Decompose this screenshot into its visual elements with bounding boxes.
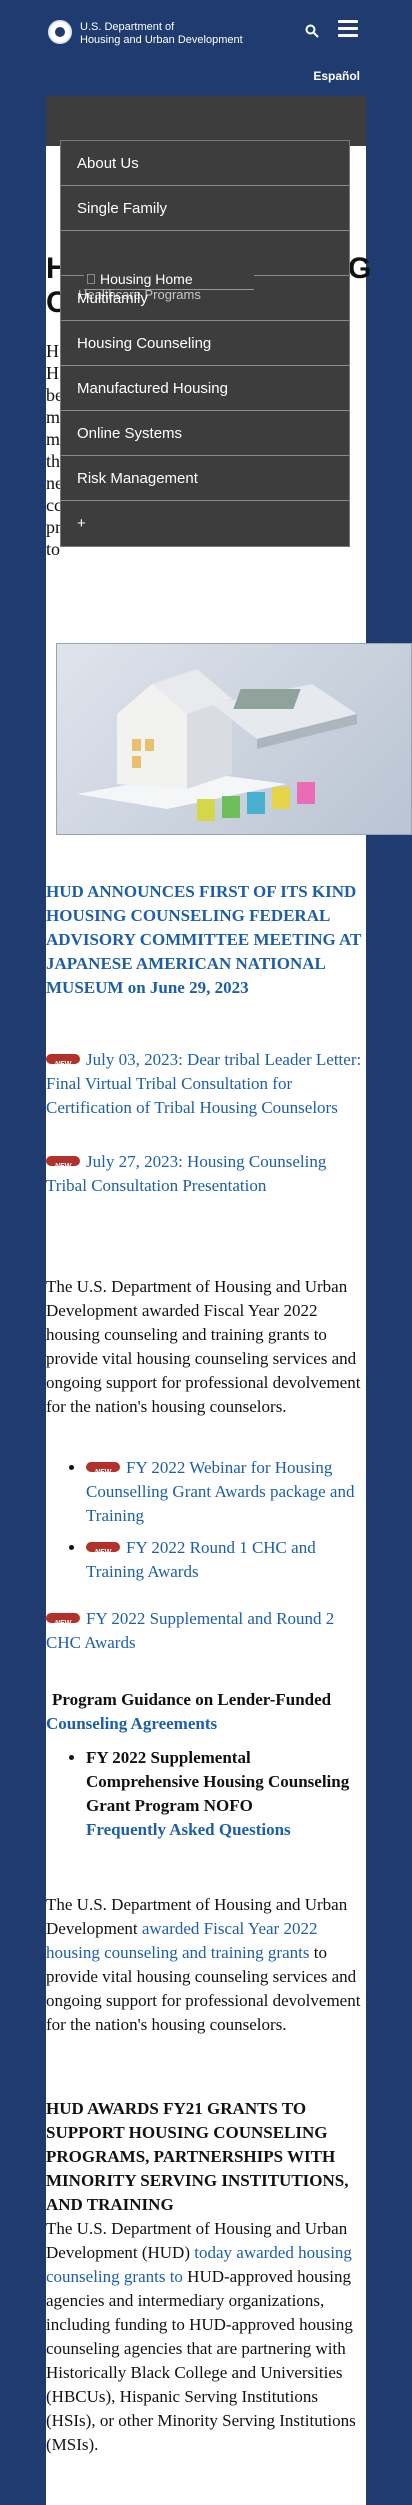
new-badge	[46, 1155, 80, 1179]
agency-name-line1: U.S. Department of	[80, 21, 175, 33]
faq-link[interactable]: Frequently Asked Questions	[86, 1820, 291, 1839]
menu-item-online-systems[interactable]: Online Systems	[61, 411, 349, 456]
hamburger-menu-icon[interactable]	[338, 20, 358, 38]
search-icon[interactable]	[305, 24, 319, 38]
list-item: FY 2022 Webinar for Housing Counselling …	[86, 1456, 366, 1528]
announce-heading-link[interactable]: HUD ANNOUNCES FIRST OF ITS KIND HOUSING …	[46, 880, 366, 1000]
tribal-presentation-item: July 27, 2023: Housing Counseling Tribal…	[46, 1150, 366, 1198]
list-item: FY 2022 Supplemental Comprehensive Housi…	[86, 1746, 366, 1842]
menu-item-manufactured-housing[interactable]: Manufactured Housing	[61, 366, 349, 411]
new-badge	[86, 1461, 120, 1485]
menu-item-housing-counseling[interactable]: Housing Counseling	[61, 321, 349, 366]
fy22-grants-paragraph: The U.S. Department of Housing and Urban…	[46, 1895, 361, 2034]
fy22-awards-paragraph: The U.S. Department of Housing and Urban…	[46, 1277, 361, 1416]
new-badge	[86, 1541, 120, 1565]
new-badge	[46, 1053, 80, 1077]
agency-name[interactable]: U.S. Department of Housing and Urban Dev…	[80, 21, 243, 47]
espanol-link[interactable]: Español	[313, 69, 360, 83]
guidance-link[interactable]: Counseling Agreements	[46, 1712, 366, 1736]
house-calculator-illustration	[77, 669, 357, 821]
menu-item-more[interactable]: +	[61, 501, 349, 546]
nofo-list: FY 2022 Supplemental Comprehensive Housi…	[46, 1746, 366, 1850]
site-header: U.S. Department of Housing and Urban Dev…	[0, 0, 412, 70]
tribal-letter-link[interactable]: July 03, 2023: Dear tribal Leader Letter…	[46, 1050, 361, 1117]
dropdown-menu: About Us Single Family Multifamily Housi…	[60, 140, 350, 547]
tribal-letter-item: July 03, 2023: Dear tribal Leader Letter…	[46, 1048, 366, 1120]
round1-awards-link[interactable]: FY 2022 Round 1 CHC and Training Awards	[86, 1538, 316, 1581]
menu-item-single-family[interactable]: Single Family	[61, 186, 349, 231]
hud-seal-icon[interactable]	[48, 20, 72, 44]
supplemental-awards-item: FY 2022 Supplemental and Round 2 CHC Awa…	[46, 1607, 366, 1655]
supplemental-awards-link[interactable]: FY 2022 Supplemental and Round 2 CHC Awa…	[46, 1609, 334, 1652]
new-badge	[46, 1612, 80, 1636]
guidance-item: Program Guidance on Lender-Funded Counse…	[46, 1688, 366, 1736]
fy21-paragraph: The U.S. Department of Housing and Urban…	[46, 2219, 356, 2454]
agency-name-line2: Housing and Urban Development	[80, 34, 243, 46]
webinar-link[interactable]: FY 2022 Webinar for Housing Counselling …	[86, 1458, 354, 1525]
nofo-title: FY 2022 Supplemental Comprehensive Housi…	[86, 1748, 350, 1815]
menu-item-about-us[interactable]: About Us	[61, 141, 349, 186]
tribal-presentation-link[interactable]: July 27, 2023: Housing Counseling Tribal…	[46, 1152, 326, 1195]
menu-item-risk-management[interactable]: Risk Management	[61, 456, 349, 501]
nav-bar	[46, 96, 366, 146]
fy21-heading: HUD AWARDS FY21 GRANTS TO SUPPORT HOUSIN…	[46, 2099, 349, 2214]
hero-image	[56, 643, 412, 835]
submenu-peek: Healthcare Programs	[78, 287, 201, 302]
list-item: FY 2022 Round 1 CHC and Training Awards	[86, 1536, 366, 1584]
guidance-title: Program Guidance on Lender-Funded	[52, 1690, 332, 1709]
fy22-links-list: FY 2022 Webinar for Housing Counselling …	[46, 1456, 366, 1592]
